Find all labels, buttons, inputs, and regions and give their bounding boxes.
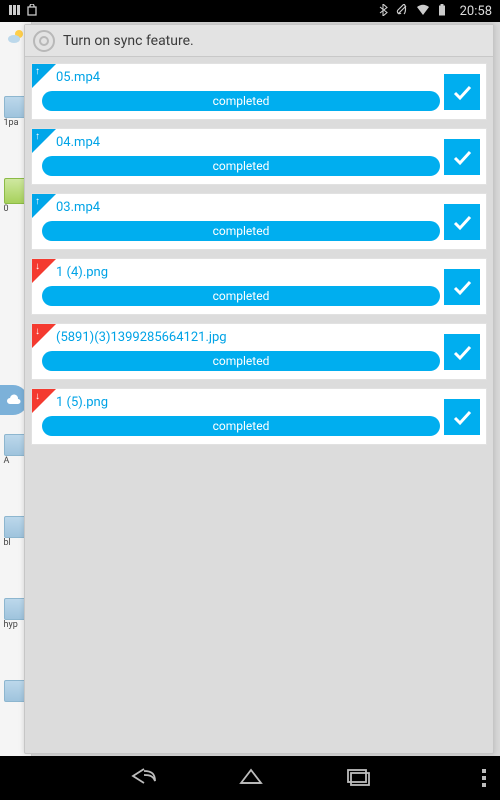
progress-status-label: completed: [213, 354, 270, 368]
progress-bar: completed: [42, 416, 440, 436]
bluetooth-icon: [378, 4, 388, 19]
confirm-button[interactable]: [444, 269, 480, 305]
download-icon: ↓: [32, 389, 56, 413]
notification-icon: [8, 4, 20, 19]
file-name: 04.mp4: [42, 135, 440, 150]
progress-bar: completed: [42, 91, 440, 111]
sync-item[interactable]: ↓1 (4).png completed: [31, 258, 487, 315]
progress-status-label: completed: [213, 289, 270, 303]
sync-item-list: ↑05.mp4completed↑04.mp4completed↑03.mp4c…: [25, 57, 493, 753]
overflow-menu-button[interactable]: [482, 769, 486, 787]
status-clock: 20:58: [460, 4, 492, 19]
upload-icon: ↑: [32, 194, 56, 218]
confirm-button[interactable]: [444, 204, 480, 240]
shop-icon: [26, 4, 38, 19]
progress-bar: completed: [42, 351, 440, 371]
file-name: (5891)(3)1399285664121.jpg: [42, 330, 440, 345]
sync-item[interactable]: ↑05.mp4 completed: [31, 63, 487, 120]
confirm-button[interactable]: [444, 399, 480, 435]
progress-status-label: completed: [213, 159, 270, 173]
file-name: 1 (4).png: [42, 265, 440, 280]
sync-item[interactable]: ↑03.mp4 completed: [31, 193, 487, 250]
mute-icon: [396, 4, 408, 19]
progress-bar: completed: [42, 286, 440, 306]
file-name: 05.mp4: [42, 70, 440, 85]
home-button[interactable]: [238, 766, 264, 790]
progress-status-label: completed: [213, 94, 270, 108]
upload-icon: ↑: [32, 129, 56, 153]
progress-bar: completed: [42, 221, 440, 241]
battery-icon: [438, 4, 446, 19]
download-icon: ↓: [32, 259, 56, 283]
file-name: 03.mp4: [42, 200, 440, 215]
confirm-button[interactable]: [444, 334, 480, 370]
android-nav-bar: [0, 756, 500, 800]
status-bar: 20:58: [0, 0, 500, 22]
weather-icon: [7, 28, 25, 46]
download-icon: ↓: [32, 324, 56, 348]
progress-status-label: completed: [213, 224, 270, 238]
back-button[interactable]: [130, 766, 158, 790]
sync-ring-icon: [33, 30, 55, 52]
recents-button[interactable]: [344, 766, 370, 790]
sync-panel: Turn on sync feature. ↑05.mp4completed↑0…: [24, 24, 494, 754]
sync-item[interactable]: ↓(5891)(3)1399285664121.jpg completed: [31, 323, 487, 380]
sync-panel-header[interactable]: Turn on sync feature.: [25, 25, 493, 57]
progress-bar: completed: [42, 156, 440, 176]
progress-status-label: completed: [213, 419, 270, 433]
upload-icon: ↑: [32, 64, 56, 88]
confirm-button[interactable]: [444, 139, 480, 175]
file-name: 1 (5).png: [42, 395, 440, 410]
sync-header-text: Turn on sync feature.: [63, 33, 194, 49]
sync-item[interactable]: ↓1 (5).png completed: [31, 388, 487, 445]
confirm-button[interactable]: [444, 74, 480, 110]
wifi-icon: [416, 4, 430, 19]
sync-item[interactable]: ↑04.mp4 completed: [31, 128, 487, 185]
